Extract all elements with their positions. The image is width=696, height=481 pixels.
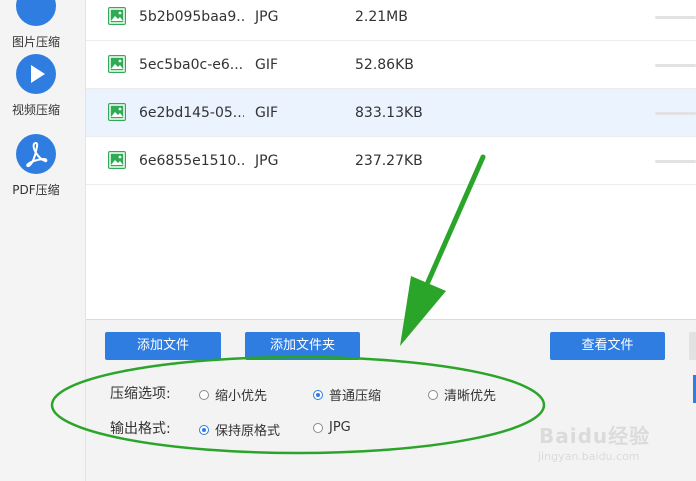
view-files-button[interactable]: 查看文件 (550, 332, 665, 360)
radio-keep-format[interactable]: 保持原格式 (199, 420, 280, 439)
file-size: 237.27KB (355, 153, 423, 169)
image-file-icon (108, 7, 126, 25)
watermark-url: jingyan.baidu.com (538, 450, 640, 463)
file-name: 5b2b095baa9... (139, 9, 244, 25)
sidebar-item-image-compress[interactable]: 图片压缩 (0, 0, 72, 50)
file-size: 833.13KB (355, 105, 423, 121)
radio-label: 保持原格式 (215, 424, 281, 439)
highlight-ellipse (50, 355, 546, 455)
radio-indicator (313, 389, 323, 400)
file-row-selected[interactable]: 6e2bd145-05... GIF 833.13KB (86, 89, 696, 137)
add-file-button[interactable]: 添加文件 (105, 332, 221, 360)
file-type: GIF (255, 57, 279, 73)
sidebar-item-video-compress[interactable]: 视频压缩 (0, 54, 72, 118)
sidebar: 图片压缩 视频压缩 PDF压缩 (0, 0, 86, 481)
file-name: 5ec5ba0c-e6... (139, 57, 244, 73)
sidebar-item-label: 视频压缩 (11, 103, 60, 117)
radio-jpg[interactable]: JPG (313, 420, 351, 435)
image-file-icon (108, 103, 126, 121)
file-row[interactable]: 5b2b095baa9... JPG 2.21MB (86, 0, 696, 41)
radio-normal-compress[interactable]: 普通压缩 (313, 385, 381, 404)
add-folder-button[interactable]: 添加文件夹 (245, 332, 360, 360)
sidebar-item-label: 图片压缩 (11, 35, 60, 49)
image-compress-icon (16, 0, 56, 26)
radio-label: 缩小优先 (215, 389, 268, 404)
progress-bar (655, 160, 696, 163)
file-type: JPG (255, 9, 279, 25)
app-window: 图片压缩 视频压缩 PDF压缩 5b2b095baa9... JPG 2.21M… (0, 0, 696, 481)
baidu-watermark: Baidu经验 jingyan.baidu.com (533, 418, 693, 468)
play-icon (16, 54, 56, 94)
radio-indicator (199, 389, 209, 400)
file-size: 2.21MB (355, 9, 408, 25)
progress-bar (655, 64, 696, 67)
partial-button[interactable] (689, 332, 696, 360)
pdf-icon (16, 134, 56, 174)
file-name: 6e2bd145-05... (139, 105, 244, 121)
file-row[interactable]: 5ec5ba0c-e6... GIF 52.86KB (86, 41, 696, 89)
compress-options-label: 压缩选项: (110, 386, 171, 402)
file-row[interactable]: 6e6855e1510... JPG 237.27KB (86, 137, 696, 185)
radio-label: 清晰优先 (444, 389, 497, 404)
file-type: GIF (255, 105, 279, 121)
file-name: 6e6855e1510... (139, 153, 244, 169)
image-file-icon (108, 151, 126, 169)
progress-bar (655, 112, 696, 115)
radio-shrink-priority[interactable]: 缩小优先 (199, 385, 267, 404)
radio-indicator (199, 424, 209, 435)
radio-indicator (313, 422, 323, 433)
file-size: 52.86KB (355, 57, 414, 73)
radio-clarity-priority[interactable]: 清晰优先 (428, 385, 496, 404)
sidebar-item-label: PDF压缩 (12, 183, 60, 197)
progress-bar (655, 16, 696, 19)
radio-label: 普通压缩 (329, 389, 382, 404)
output-format-label: 输出格式: (110, 421, 171, 437)
file-list: 5b2b095baa9... JPG 2.21MB 5ec5ba0c-e6...… (86, 0, 696, 320)
radio-indicator (428, 389, 438, 400)
watermark-text: Baidu经验 (539, 424, 651, 448)
image-file-icon (108, 55, 126, 73)
sidebar-item-pdf-compress[interactable]: PDF压缩 (0, 134, 72, 198)
radio-label: JPG (329, 420, 351, 435)
file-type: JPG (255, 153, 279, 169)
